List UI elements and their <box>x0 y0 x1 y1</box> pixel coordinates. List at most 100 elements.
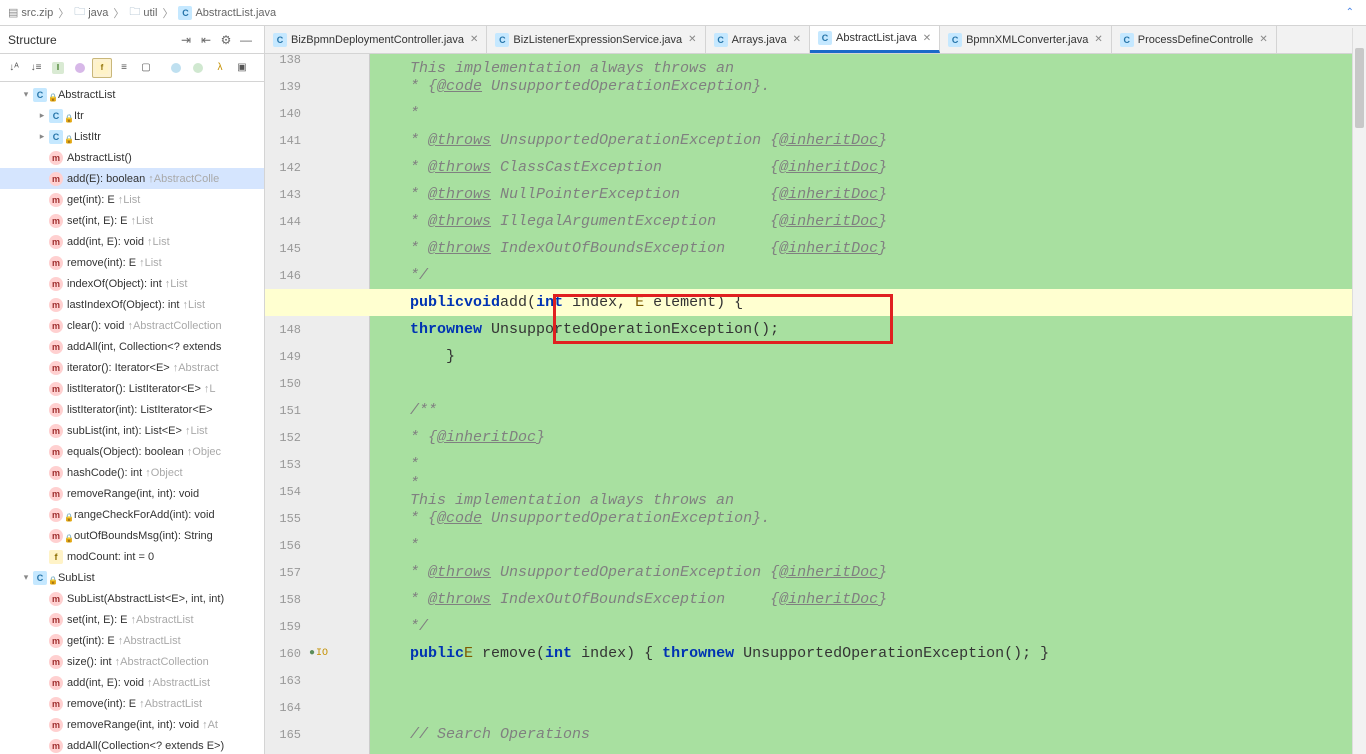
tree-row[interactable]: mhashCode(): int↑Object <box>0 462 264 483</box>
tab[interactable]: CBizBpmnDeploymentController.java✕ <box>265 26 487 53</box>
code-line[interactable]: * This implementation always throws an <box>370 54 1366 73</box>
settings-icon[interactable]: ⚙ <box>216 30 236 50</box>
line-number[interactable]: 139 <box>265 80 309 94</box>
tree-row[interactable]: miterator(): Iterator<E>↑Abstract <box>0 357 264 378</box>
line-number[interactable]: 145 <box>265 242 309 256</box>
tree-row[interactable]: mclear(): void↑AbstractCollection <box>0 315 264 336</box>
tree-row[interactable]: fmodCount: int = 0 <box>0 546 264 567</box>
toolbar-btn[interactable]: ▢ <box>136 58 156 78</box>
close-icon[interactable]: ✕ <box>1259 34 1267 45</box>
sort-vis-icon[interactable]: ↓≡ <box>26 58 46 78</box>
line-number[interactable]: 163 <box>265 674 309 688</box>
scrollbar-thumb[interactable] <box>1355 48 1364 128</box>
code-line[interactable]: * @throws UnsupportedOperationException … <box>370 559 1366 586</box>
tab[interactable]: CProcessDefineControlle✕ <box>1112 26 1277 53</box>
tree-row[interactable]: mremove(int): E↑AbstractList <box>0 693 264 714</box>
code-line[interactable]: * {@code UnsupportedOperationException}. <box>370 73 1366 100</box>
code-line[interactable]: * @throws IndexOutOfBoundsException {@in… <box>370 586 1366 613</box>
tree-row[interactable]: mremoveRange(int, int): void↑At <box>0 714 264 735</box>
sort-alpha-icon[interactable]: ↓ᴬ <box>4 58 24 78</box>
line-number[interactable]: 160 <box>265 647 309 661</box>
tree-row[interactable]: madd(int, E): void↑List <box>0 231 264 252</box>
tree-row[interactable]: mequals(Object): boolean↑Objec <box>0 441 264 462</box>
tree-row[interactable]: m🔒rangeCheckForAdd(int): void <box>0 504 264 525</box>
navigate-icon[interactable]: ⌃ <box>1346 7 1354 18</box>
vertical-scrollbar[interactable] <box>1352 28 1366 754</box>
tree-row[interactable]: mset(int, E): E↑AbstractList <box>0 609 264 630</box>
line-number[interactable]: 158 <box>265 593 309 607</box>
show-class-icon[interactable] <box>166 58 186 78</box>
line-number[interactable]: 143 <box>265 188 309 202</box>
show-anon-icon[interactable] <box>188 58 208 78</box>
tree-row[interactable]: mlistIterator(int): ListIterator<E> <box>0 399 264 420</box>
tree-row[interactable]: m🔒outOfBoundsMsg(int): String <box>0 525 264 546</box>
line-number[interactable]: 138 <box>265 54 309 67</box>
tree-row[interactable]: madd(int, E): void↑AbstractList <box>0 672 264 693</box>
tree-row[interactable]: mSubList(AbstractList<E>, int, int) <box>0 588 264 609</box>
close-icon[interactable]: ✕ <box>923 33 931 44</box>
tree-row[interactable]: mremoveRange(int, int): void <box>0 483 264 504</box>
line-number[interactable]: 157 <box>265 566 309 580</box>
gutter[interactable]: 138139140141142143144145146147●IO●↓14814… <box>265 54 370 754</box>
code-line[interactable]: * {@inheritDoc} <box>370 424 1366 451</box>
code-line[interactable]: * This implementation always throws an <box>370 478 1366 505</box>
line-number[interactable]: 153 <box>265 458 309 472</box>
structure-tree[interactable]: ▾C🔒AbstractList▸C🔒Itr▸C🔒ListItrmAbstract… <box>0 82 264 754</box>
line-number[interactable]: 154 <box>265 485 309 499</box>
tree-row[interactable]: mremove(int): E↑List <box>0 252 264 273</box>
tab[interactable]: CAbstractList.java✕ <box>810 26 940 53</box>
code-line[interactable]: * @throws ClassCastException {@inheritDo… <box>370 154 1366 181</box>
tab[interactable]: CBizListenerExpressionService.java✕ <box>487 26 705 53</box>
tree-row[interactable]: maddAll(Collection<? extends E>) <box>0 735 264 754</box>
crumb-seg[interactable]: src.zip <box>21 7 53 19</box>
line-number[interactable]: 165 <box>265 728 309 742</box>
hide-icon[interactable]: — <box>236 30 256 50</box>
line-number[interactable]: 152 <box>265 431 309 445</box>
close-icon[interactable]: ✕ <box>688 34 696 45</box>
tree-row[interactable]: msize(): int↑AbstractCollection <box>0 651 264 672</box>
code-line[interactable]: 💡 public void add(int index, E element) … <box>265 289 1366 316</box>
code-line[interactable]: * @throws IllegalArgumentException {@inh… <box>370 208 1366 235</box>
tree-row[interactable]: mget(int): E↑AbstractList <box>0 630 264 651</box>
tab[interactable]: CBpmnXMLConverter.java✕ <box>940 26 1112 53</box>
line-number[interactable]: 140 <box>265 107 309 121</box>
tree-row[interactable]: msubList(int, int): List<E>↑List <box>0 420 264 441</box>
close-icon[interactable]: ✕ <box>793 34 801 45</box>
code-line[interactable]: * {@code UnsupportedOperationException}. <box>370 505 1366 532</box>
tree-row[interactable]: mindexOf(Object): int↑List <box>0 273 264 294</box>
code-line[interactable]: * @throws UnsupportedOperationException … <box>370 127 1366 154</box>
code-line[interactable]: */ <box>370 613 1366 640</box>
line-number[interactable]: 148 <box>265 323 309 337</box>
tree-row[interactable]: ▸C🔒Itr <box>0 105 264 126</box>
code-line[interactable]: * <box>370 100 1366 127</box>
tree-row[interactable]: maddAll(int, Collection<? extends <box>0 336 264 357</box>
crumb-seg[interactable]: java <box>88 7 108 19</box>
close-icon[interactable]: ✕ <box>470 34 478 45</box>
code-line[interactable]: /** <box>370 397 1366 424</box>
code-content[interactable]: * This implementation always throws an *… <box>370 54 1366 754</box>
line-number[interactable]: 146 <box>265 269 309 283</box>
tree-row[interactable]: ▾C🔒SubList <box>0 567 264 588</box>
tree-row[interactable]: mset(int, E): E↑List <box>0 210 264 231</box>
tree-row[interactable]: mAbstractList() <box>0 147 264 168</box>
show-lambda-icon[interactable]: λ <box>210 58 230 78</box>
line-number[interactable]: 150 <box>265 377 309 391</box>
code-line[interactable]: throw new UnsupportedOperationException(… <box>370 316 1366 343</box>
code-line[interactable] <box>370 694 1366 721</box>
tree-row[interactable]: mlistIterator(): ListIterator<E>↑L <box>0 378 264 399</box>
line-number[interactable]: 142 <box>265 161 309 175</box>
collapse-icon[interactable]: ⇥ <box>176 30 196 50</box>
code-line[interactable]: // Search Operations <box>370 721 1366 748</box>
show-properties-icon[interactable] <box>70 58 90 78</box>
close-icon[interactable]: ✕ <box>1094 34 1102 45</box>
breadcrumb[interactable]: ▤ src.zip 〉 🗀 java 〉 🗀 util 〉 C Abstract… <box>8 3 276 22</box>
tree-row[interactable]: mget(int): E↑List <box>0 189 264 210</box>
code-line[interactable] <box>370 370 1366 397</box>
toolbar-btn[interactable]: ▣ <box>232 58 252 78</box>
line-number[interactable]: 164 <box>265 701 309 715</box>
show-fields-icon[interactable]: f <box>92 58 112 78</box>
line-number[interactable]: 156 <box>265 539 309 553</box>
crumb-seg[interactable]: util <box>143 7 157 19</box>
tree-row[interactable]: mlastIndexOf(Object): int↑List <box>0 294 264 315</box>
line-number[interactable]: 155 <box>265 512 309 526</box>
